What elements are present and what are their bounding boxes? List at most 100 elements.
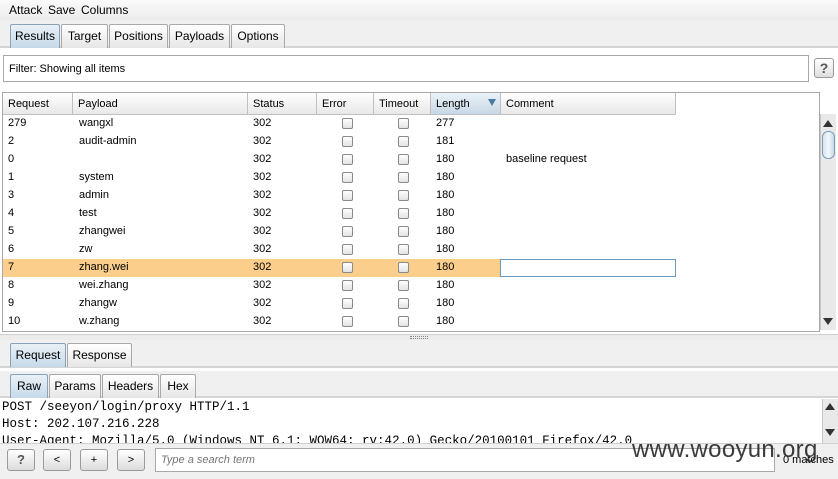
cell-payload: wei.zhang [79,279,129,291]
table-row[interactable]: 1 system 302 180 [3,169,676,187]
cell-length: 180 [436,189,455,201]
error-checkbox[interactable] [342,262,353,273]
cell-request: 3 [8,189,15,201]
cell-payload: zw [79,243,93,255]
timeout-checkbox[interactable] [398,136,409,147]
cell-length: 180 [436,279,455,291]
error-checkbox[interactable] [342,190,353,201]
cell-payload: zhangw [79,297,117,309]
timeout-checkbox[interactable] [398,280,409,291]
cell-request: 6 [8,243,15,255]
error-checkbox[interactable] [342,154,353,165]
search-next-button[interactable]: > [117,449,145,471]
filter-help-button[interactable]: ? [814,58,834,78]
cell-status: 302 [253,261,272,273]
timeout-checkbox[interactable] [398,154,409,165]
error-checkbox[interactable] [342,244,353,255]
col-timeout[interactable]: Timeout [374,93,431,115]
col-error[interactable]: Error [317,93,374,115]
col-status[interactable]: Status [248,93,317,115]
table-row[interactable]: 10 w.zhang 302 180 [3,313,676,331]
tab-params[interactable]: Params [49,374,101,398]
tab-response[interactable]: Response [67,343,132,367]
error-checkbox[interactable] [342,280,353,291]
cell-length: 180 [436,171,455,183]
timeout-checkbox[interactable] [398,226,409,237]
col-comment[interactable]: Comment [501,93,676,115]
cell-request: 9 [8,297,15,309]
tab-positions[interactable]: Positions [109,24,168,48]
table-row[interactable]: 3 admin 302 180 [3,187,676,205]
error-checkbox[interactable] [342,136,353,147]
cell-status: 302 [253,171,272,183]
tab-request[interactable]: Request [10,343,66,367]
search-help-button[interactable]: ? [7,449,35,471]
table-row[interactable]: 2 audit-admin 302 181 [3,133,676,151]
cell-payload: system [79,171,114,183]
tab-options[interactable]: Options [231,24,285,48]
tab-headers[interactable]: Headers [102,374,159,398]
table-row[interactable]: 8 wei.zhang 302 180 [3,277,676,295]
tab-raw[interactable]: Raw [10,374,48,398]
comment-edit-field[interactable] [500,259,676,277]
message-tabs: Request Response [0,340,838,368]
table-scrollbar[interactable] [820,114,836,330]
sort-descending-icon [488,99,496,106]
scroll-thumb[interactable] [822,131,835,159]
table-row[interactable]: 6 zw 302 180 [3,241,676,259]
scroll-up-icon[interactable] [823,120,833,127]
scroll-down-icon[interactable] [823,318,833,325]
splitter-grip-icon[interactable] [410,336,428,339]
table-row[interactable]: 5 zhangwei 302 180 [3,223,676,241]
editor-scroll-up-icon[interactable] [825,403,835,410]
table-row[interactable]: 7 zhang.wei 302 180 [3,259,676,277]
tab-payloads[interactable]: Payloads [169,24,230,48]
timeout-checkbox[interactable] [398,316,409,327]
table-row[interactable]: 279 wangxl 302 277 [3,115,676,133]
cell-status: 302 [253,135,272,147]
cell-request: 5 [8,225,15,237]
cell-length: 180 [436,315,455,327]
raw-line: Host: 202.107.216.228 [2,417,160,431]
error-checkbox[interactable] [342,226,353,237]
filter-bar[interactable]: Filter: Showing all items [3,55,809,82]
cell-payload: test [79,207,97,219]
timeout-checkbox[interactable] [398,208,409,219]
error-checkbox[interactable] [342,208,353,219]
cell-status: 302 [253,225,272,237]
editor-scroll-down-icon[interactable] [825,429,835,436]
menu-save[interactable]: Save [48,3,75,17]
table-row[interactable]: 9 zhangw 302 180 [3,295,676,313]
menu-attack[interactable]: Attack [9,3,42,17]
cell-length: 180 [436,297,455,309]
timeout-checkbox[interactable] [398,172,409,183]
cell-status: 302 [253,117,272,129]
cell-payload: admin [79,189,109,201]
cell-request: 0 [8,153,15,165]
cell-length: 180 [436,225,455,237]
search-add-button[interactable]: + [80,449,108,471]
tab-results[interactable]: Results [10,24,60,48]
tab-hex[interactable]: Hex [160,374,196,398]
table-row[interactable]: 0 302 180 baseline request [3,151,676,169]
timeout-checkbox[interactable] [398,118,409,129]
cell-length: 180 [436,243,455,255]
timeout-checkbox[interactable] [398,298,409,309]
error-checkbox[interactable] [342,316,353,327]
table-row[interactable]: 4 test 302 180 [3,205,676,223]
menu-columns[interactable]: Columns [81,3,128,17]
tab-target[interactable]: Target [61,24,108,48]
timeout-checkbox[interactable] [398,190,409,201]
editor-scrollbar[interactable] [822,399,838,443]
timeout-checkbox[interactable] [398,262,409,273]
col-request[interactable]: Request [3,93,73,115]
error-checkbox[interactable] [342,298,353,309]
col-payload[interactable]: Payload [73,93,248,115]
error-checkbox[interactable] [342,118,353,129]
timeout-checkbox[interactable] [398,244,409,255]
cell-status: 302 [253,153,272,165]
col-length[interactable]: Length [431,93,501,115]
search-prev-button[interactable]: < [43,449,71,471]
cell-request: 2 [8,135,15,147]
error-checkbox[interactable] [342,172,353,183]
